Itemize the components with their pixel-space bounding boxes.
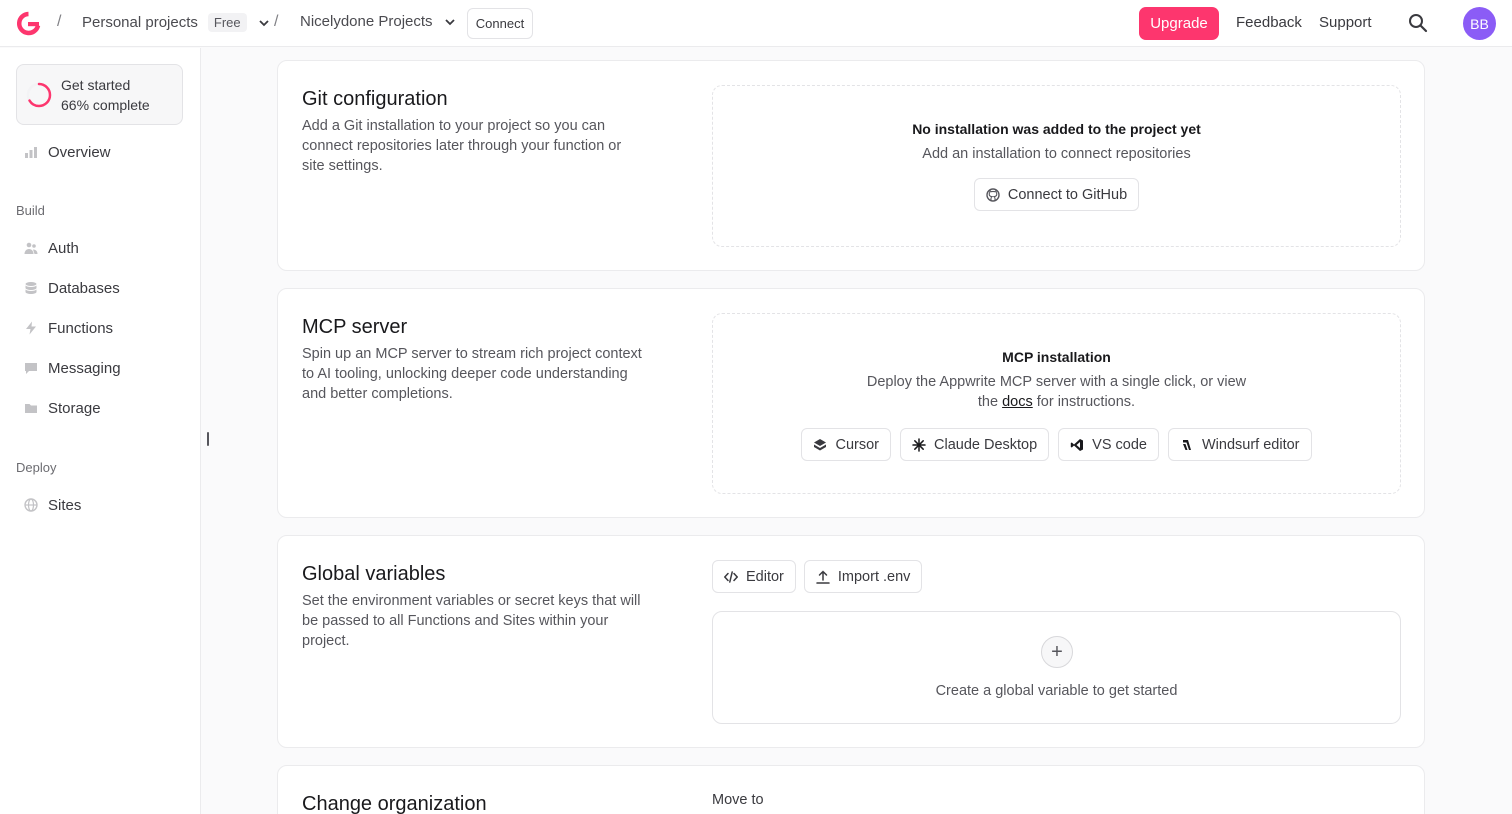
deploy-section-title: Deploy <box>16 460 57 475</box>
card-description: Spin up an MCP server to stream rich pro… <box>302 346 642 402</box>
button-label: VS code <box>1092 436 1147 453</box>
claude-desktop-button[interactable]: Claude Desktop <box>900 428 1050 461</box>
code-icon <box>724 570 738 583</box>
build-section-title: Build <box>16 203 45 218</box>
git-configuration-card: Git configuration Add a Git installation… <box>277 60 1425 271</box>
empty-state-label: Create a global variable to get started <box>935 683 1178 699</box>
breadcrumb-separator: / <box>274 13 279 30</box>
progress-ring-icon <box>26 82 52 108</box>
button-label: Cursor <box>835 436 879 453</box>
get-started-progress: 66% complete <box>61 97 150 113</box>
get-started-title: Get started <box>61 77 131 93</box>
sidebar-item-label: Overview <box>48 143 111 161</box>
chat-icon <box>25 363 37 374</box>
connect-button[interactable]: Connect <box>467 8 533 39</box>
editor-button[interactable]: Editor <box>712 560 796 593</box>
sidebar-item-auth[interactable]: Auth <box>24 237 79 259</box>
button-label: Editor <box>746 568 784 585</box>
chevron-down-icon <box>259 19 269 26</box>
sidebar: Get started 66% complete Overview Build … <box>0 48 201 814</box>
sidebar-item-label: Functions <box>48 319 114 337</box>
cursor-logo-icon <box>814 438 827 450</box>
vs-code-button[interactable]: VS code <box>1058 428 1159 461</box>
sidebar-item-label: Messaging <box>48 359 121 377</box>
mcp-installation-panel: MCP installation Deploy the Appwrite MCP… <box>712 313 1401 494</box>
mcp-installation-subtitle: Deploy the Appwrite MCP server with a si… <box>866 374 1247 410</box>
cursor-button[interactable]: Cursor <box>801 428 891 461</box>
feedback-link[interactable]: Feedback <box>1236 14 1302 31</box>
docs-link[interactable]: docs <box>1002 394 1033 410</box>
project-name: Nicelydone Projects <box>300 13 433 30</box>
empty-state-title: No installation was added to the project… <box>912 121 1201 137</box>
chevron-down-icon <box>444 18 455 25</box>
mcp-server-card: MCP server Spin up an MCP server to stre… <box>277 288 1425 518</box>
org-name: Personal projects <box>82 14 198 31</box>
users-icon <box>24 242 38 254</box>
project-switcher[interactable]: Nicelydone Projects <box>300 13 457 30</box>
sidebar-item-overview[interactable]: Overview <box>24 141 111 163</box>
card-title: MCP server <box>302 316 408 338</box>
card-title: Global variables <box>302 563 446 585</box>
button-label: Windsurf editor <box>1202 436 1300 453</box>
global-variables-empty-state[interactable]: + Create a global variable to get starte… <box>712 611 1401 724</box>
avatar[interactable]: BB <box>1463 7 1496 40</box>
change-organization-card: Change organization Move to <box>277 765 1425 814</box>
sidebar-item-messaging[interactable]: Messaging <box>24 357 121 379</box>
mcp-installation-title: MCP installation <box>1002 349 1111 365</box>
database-icon <box>25 282 37 294</box>
sidebar-item-storage[interactable]: Storage <box>24 397 101 419</box>
import-env-button[interactable]: Import .env <box>803 560 923 593</box>
sidebar-resize-handle[interactable] <box>207 432 209 446</box>
upload-icon <box>816 569 830 584</box>
claude-logo-icon <box>912 437 926 452</box>
button-label: Import .env <box>837 568 911 585</box>
search-icon[interactable] <box>1408 13 1428 33</box>
vscode-logo-icon <box>1070 438 1084 451</box>
sidebar-item-databases[interactable]: Databases <box>24 277 120 299</box>
lightning-icon <box>26 321 36 335</box>
support-link[interactable]: Support <box>1319 14 1372 31</box>
windsurf-editor-button[interactable]: Windsurf editor <box>1168 428 1312 461</box>
sidebar-item-label: Sites <box>48 496 82 514</box>
sidebar-item-label: Auth <box>48 239 79 257</box>
appwrite-logo-icon[interactable] <box>16 11 41 36</box>
connect-to-github-button[interactable]: Connect to GitHub <box>973 178 1140 211</box>
button-label: Connect to GitHub <box>1007 186 1128 203</box>
git-empty-state: No installation was added to the project… <box>712 85 1401 247</box>
card-description: Add a Git installation to your project s… <box>302 118 622 174</box>
sidebar-item-label: Storage <box>48 399 101 417</box>
plus-icon[interactable]: + <box>1041 636 1073 668</box>
globe-icon <box>24 498 38 512</box>
global-variables-card: Global variables Set the environment var… <box>277 535 1425 748</box>
sidebar-item-label: Databases <box>48 279 120 297</box>
move-to-label: Move to <box>712 792 764 808</box>
card-title: Git configuration <box>302 88 448 110</box>
bar-chart-icon <box>25 147 37 158</box>
folder-icon <box>25 404 37 413</box>
plan-badge: Free <box>207 13 247 32</box>
github-icon <box>986 187 1000 202</box>
upgrade-button[interactable]: Upgrade <box>1139 7 1219 40</box>
org-switcher[interactable]: Personal projects Free <box>82 13 271 32</box>
sidebar-item-functions[interactable]: Functions <box>24 317 113 339</box>
get-started-card[interactable]: Get started 66% complete <box>16 64 183 125</box>
breadcrumb-separator: / <box>57 13 62 30</box>
empty-state-subtitle: Add an installation to connect repositor… <box>922 146 1191 162</box>
top-bar: / Personal projects Free / Nicelydone Pr… <box>0 0 1512 47</box>
card-title: Change organization <box>302 793 487 814</box>
button-label: Claude Desktop <box>934 436 1038 453</box>
card-description: Set the environment variables or secret … <box>302 593 641 649</box>
sidebar-item-sites[interactable]: Sites <box>24 494 81 516</box>
windsurf-logo-icon <box>1183 439 1191 450</box>
